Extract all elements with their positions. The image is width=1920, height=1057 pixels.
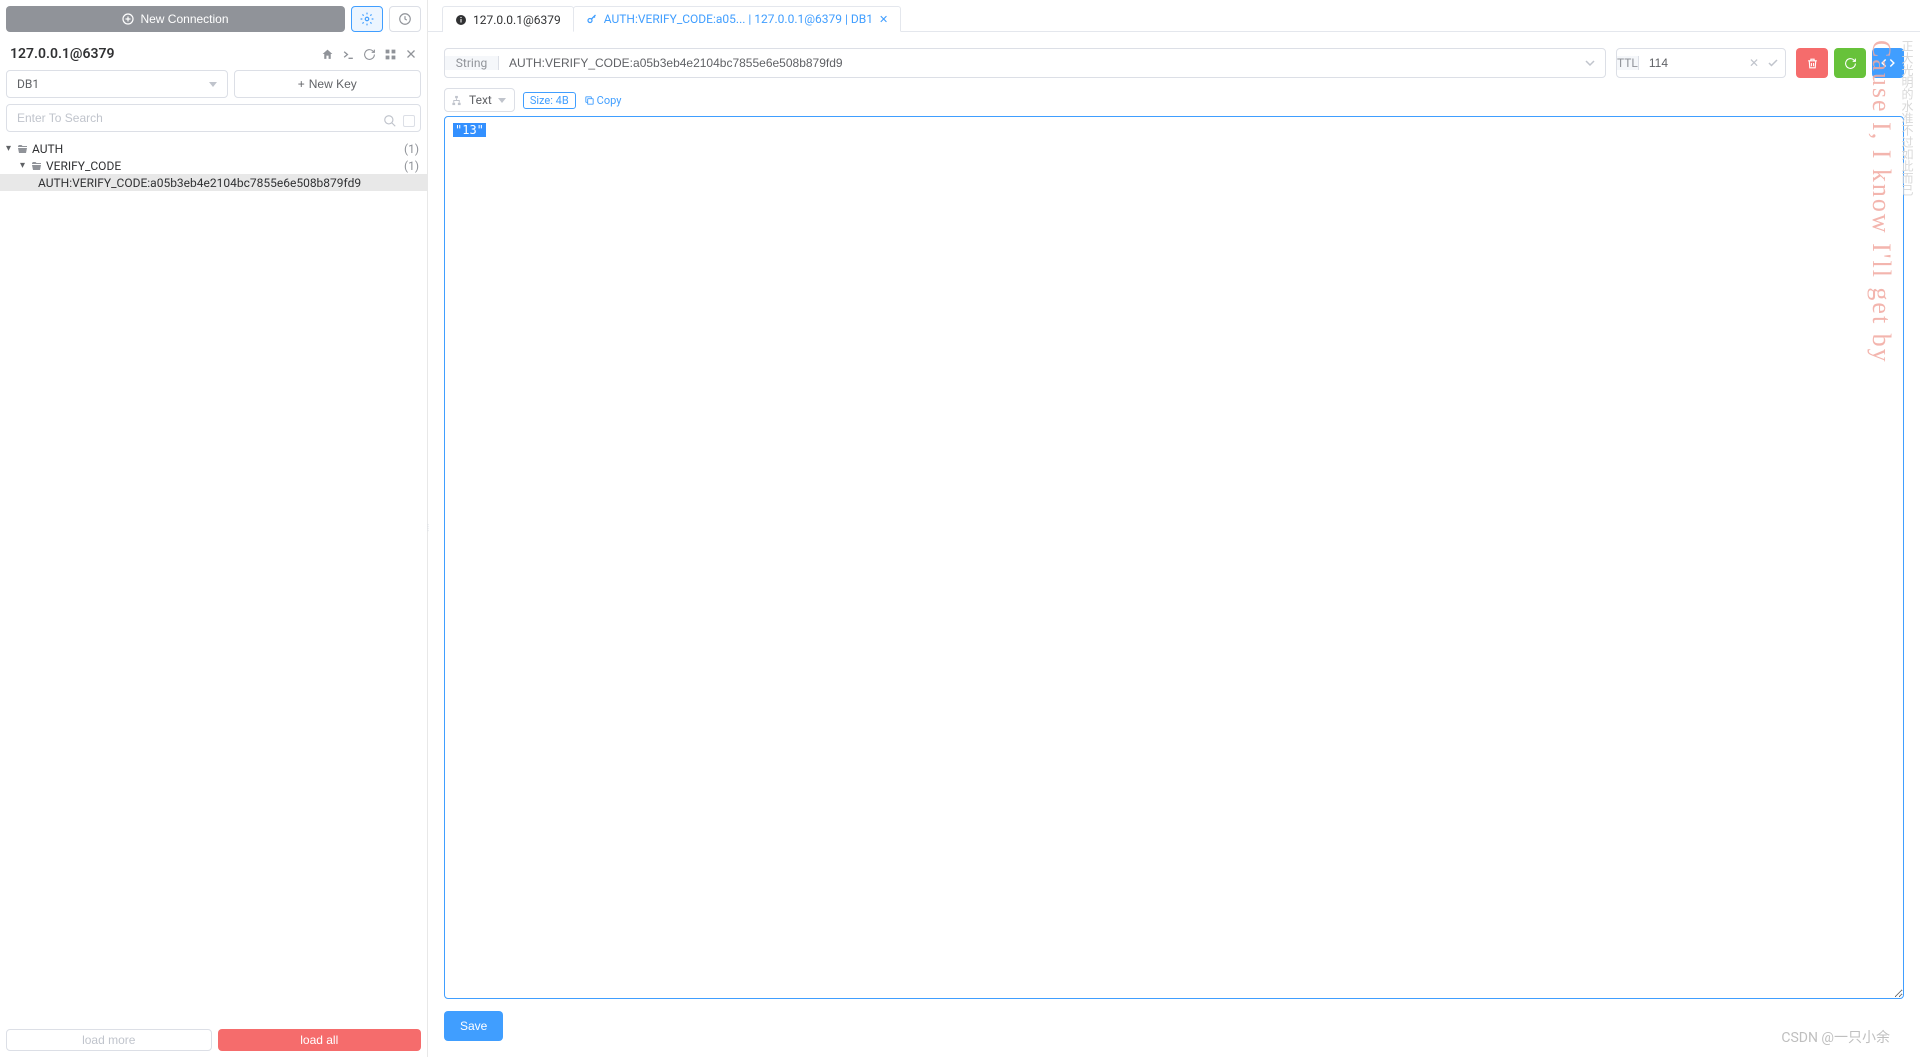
chevron-down-icon: ▾ — [6, 143, 16, 154]
ttl-suffix: ✕ — [1749, 56, 1779, 70]
folder-open-icon — [16, 143, 30, 155]
search-row — [0, 104, 427, 138]
ttl-wrapper: TTL ✕ — [1616, 48, 1786, 78]
search-icon[interactable] — [383, 114, 397, 128]
key-tree: ▾ AUTH (1) ▾ VERIFY_CODE (1) AUTH:VERIFY… — [0, 138, 427, 1023]
chevron-down-icon[interactable] — [1585, 58, 1595, 68]
key-action-buttons — [1796, 48, 1904, 78]
key-type-label: String — [445, 56, 499, 70]
tree-node-key[interactable]: AUTH:VERIFY_CODE:a05b3eb4e2104bc7855e6e5… — [0, 174, 427, 191]
value-content: "13" — [453, 123, 486, 137]
db-select-value: DB1 — [17, 77, 39, 91]
value-textarea[interactable]: "13" — [444, 116, 1904, 999]
tree-node-label: AUTH:VERIFY_CODE:a05b3eb4e2104bc7855e6e5… — [38, 176, 419, 190]
settings-button[interactable] — [351, 6, 383, 32]
tree-node-label: VERIFY_CODE — [46, 159, 404, 173]
size-badge: Size: 4B — [523, 92, 576, 109]
ttl-label: TTL — [1617, 56, 1639, 70]
tab-key-label: AUTH:VERIFY_CODE:a05... | 127.0.0.1@6379… — [604, 12, 873, 26]
gear-icon — [360, 12, 374, 26]
close-icon[interactable]: ✕ — [879, 13, 888, 26]
new-connection-label: New Connection — [140, 12, 228, 26]
copy-label: Copy — [597, 94, 622, 107]
format-row: Text Size: 4B Copy — [444, 88, 1904, 112]
new-key-label: New Key — [309, 77, 357, 91]
folder-open-icon — [30, 160, 44, 172]
copy-icon — [584, 95, 595, 106]
tree-node-auth[interactable]: ▾ AUTH (1) — [0, 140, 427, 157]
connection-selectors: DB1 + New Key — [0, 70, 427, 104]
tab-status[interactable]: 127.0.0.1@6379 — [442, 6, 574, 32]
key-field-wrapper: String — [444, 48, 1606, 78]
chevron-down-icon: ▾ — [20, 160, 30, 171]
clear-icon[interactable]: ✕ — [1749, 56, 1759, 70]
plus-circle-icon — [122, 13, 134, 25]
log-button[interactable] — [389, 6, 421, 32]
connection-title: 127.0.0.1@6379 — [10, 46, 114, 62]
load-more-button[interactable]: load more — [6, 1029, 212, 1051]
code-button[interactable] — [1872, 48, 1904, 78]
tree-node-count: (1) — [404, 142, 419, 156]
tab-bar: 127.0.0.1@6379 AUTH:VERIFY_CODE:a05... |… — [428, 0, 1920, 32]
exact-match-checkbox[interactable] — [403, 115, 415, 127]
home-icon[interactable] — [321, 48, 334, 61]
new-connection-button[interactable]: New Connection — [6, 6, 345, 32]
main-panel: 127.0.0.1@6379 AUTH:VERIFY_CODE:a05... |… — [428, 0, 1920, 1057]
plus-icon: + — [298, 77, 305, 91]
clock-icon — [398, 12, 412, 26]
grid-icon[interactable] — [384, 48, 397, 61]
key-row: String TTL ✕ — [444, 48, 1904, 78]
tree-node-label: AUTH — [32, 142, 404, 156]
delete-button[interactable] — [1796, 48, 1828, 78]
tree-node-verify-code[interactable]: ▾ VERIFY_CODE (1) — [0, 157, 427, 174]
new-key-button[interactable]: + New Key — [234, 70, 422, 98]
hierarchy-icon — [451, 95, 462, 106]
key-editor: String TTL ✕ — [428, 32, 1920, 1057]
tab-key[interactable]: AUTH:VERIFY_CODE:a05... | 127.0.0.1@6379… — [573, 6, 901, 32]
save-button[interactable]: Save — [444, 1011, 503, 1041]
terminal-icon[interactable] — [342, 48, 355, 61]
refresh-icon — [1844, 57, 1857, 70]
code-icon — [1881, 56, 1895, 70]
key-input[interactable] — [499, 56, 1605, 70]
close-icon[interactable] — [405, 48, 417, 61]
trash-icon — [1806, 57, 1819, 70]
save-row: Save — [444, 1011, 1904, 1041]
sidebar-footer: load more load all — [0, 1023, 427, 1057]
connection-toolbar-icons — [321, 48, 417, 61]
search-suffix — [383, 114, 415, 128]
check-icon[interactable] — [1767, 57, 1779, 69]
tree-node-count: (1) — [404, 159, 419, 173]
view-mode-select[interactable]: Text — [444, 88, 515, 112]
db-select[interactable]: DB1 — [6, 70, 228, 98]
copy-button[interactable]: Copy — [584, 94, 622, 107]
refresh-button[interactable] — [1834, 48, 1866, 78]
tab-status-label: 127.0.0.1@6379 — [473, 13, 561, 27]
search-input[interactable] — [6, 104, 421, 132]
load-all-button[interactable]: load all — [218, 1029, 422, 1051]
connection-header: 127.0.0.1@6379 — [0, 38, 427, 70]
key-icon — [586, 13, 598, 25]
info-icon — [455, 14, 467, 26]
refresh-icon[interactable] — [363, 48, 376, 61]
sidebar: New Connection 127.0.0.1@6379 — [0, 0, 428, 1057]
format-select-value: Text — [469, 93, 492, 107]
sidebar-top-buttons: New Connection — [0, 0, 427, 38]
